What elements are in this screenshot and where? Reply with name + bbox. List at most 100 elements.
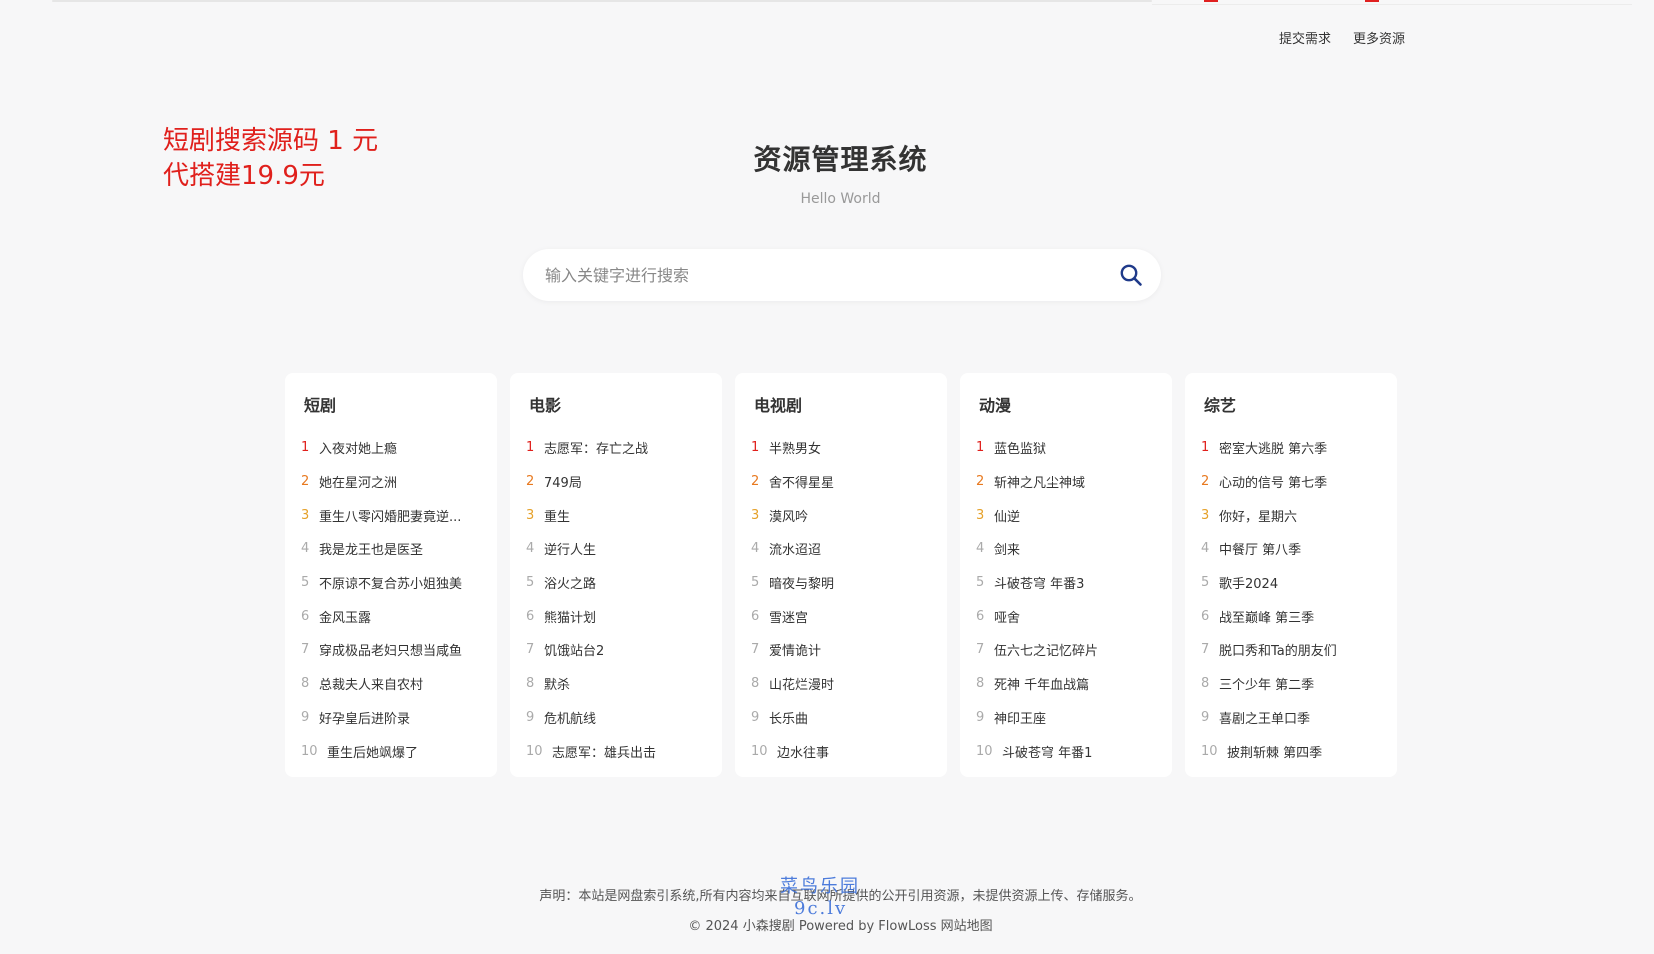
- rank-number: 2: [976, 474, 985, 490]
- rank-number: 2: [301, 474, 310, 490]
- page-subtitle: Hello World: [800, 191, 881, 207]
- ranking-list: 1 蓝色监狱 2 斩神之凡尘神域 3 仙逆 4 剑来 5 斗破苍穹 年番3 6 哑舍 7 伍六七之记忆碎片…: [976, 431, 1156, 768]
- ranking-item[interactable]: 8 三个少年 第二季: [1201, 667, 1381, 701]
- item-title: 战至巅峰 第三季: [1219, 610, 1315, 626]
- rank-number: 6: [301, 608, 310, 624]
- rank-number: 6: [751, 608, 760, 624]
- rank-number: 1: [751, 440, 760, 456]
- ranking-item[interactable]: 9 喜剧之王单口季: [1201, 701, 1381, 735]
- ranking-item[interactable]: 2 舍不得星星: [751, 465, 931, 499]
- ranking-item[interactable]: 1 蓝色监狱: [976, 431, 1156, 465]
- ranking-item[interactable]: 5 暗夜与黎明: [751, 566, 931, 600]
- ranking-item[interactable]: 2 749局: [526, 465, 706, 499]
- rank-number: 7: [526, 642, 535, 658]
- item-title: 浴火之路: [544, 577, 597, 593]
- ranking-item[interactable]: 8 总裁夫人来自农村: [301, 667, 481, 701]
- item-title: 斗破苍穹 年番1: [1002, 745, 1093, 761]
- ranking-item[interactable]: 5 浴火之路: [526, 566, 706, 600]
- ranking-item[interactable]: 4 我是龙王也是医圣: [301, 532, 481, 566]
- ranking-item[interactable]: 4 剑来: [976, 532, 1156, 566]
- ranking-item[interactable]: 3 你好，星期六: [1201, 498, 1381, 532]
- ranking-item[interactable]: 10 志愿军：雄兵出击: [526, 734, 706, 768]
- ranking-item[interactable]: 4 逆行人生: [526, 532, 706, 566]
- ranking-item[interactable]: 7 脱口秀和Ta的朋友们: [1201, 633, 1381, 667]
- rank-number: 8: [1201, 676, 1210, 692]
- rank-number: 9: [976, 709, 985, 725]
- item-title: 斩神之凡尘神域: [994, 476, 1086, 492]
- ranking-item[interactable]: 2 心动的信号 第七季: [1201, 465, 1381, 499]
- rank-number: 9: [301, 709, 310, 725]
- ranking-item[interactable]: 8 死神 千年血战篇: [976, 667, 1156, 701]
- ranking-item[interactable]: 9 危机航线: [526, 701, 706, 735]
- ranking-item[interactable]: 9 神印王座: [976, 701, 1156, 735]
- rank-number: 5: [976, 575, 985, 591]
- item-title: 舍不得星星: [769, 476, 835, 492]
- item-title: 山花烂漫时: [769, 678, 835, 694]
- ranking-item[interactable]: 10 边水往事: [751, 734, 931, 768]
- rank-number: 7: [1201, 642, 1210, 658]
- item-title: 金风玉露: [319, 610, 372, 626]
- item-title: 脱口秀和Ta的朋友们: [1219, 644, 1337, 660]
- rank-number: 5: [301, 575, 310, 591]
- rank-number: 10: [526, 743, 543, 759]
- more-resources-link[interactable]: 更多资源: [1353, 28, 1405, 47]
- ranking-item[interactable]: 3 重生八零闪婚肥妻竟逆...: [301, 498, 481, 532]
- ranking-item[interactable]: 9 好孕皇后进阶录: [301, 701, 481, 735]
- rank-number: 2: [1201, 474, 1210, 490]
- ranking-item[interactable]: 3 漠风吟: [751, 498, 931, 532]
- rank-number: 9: [751, 709, 760, 725]
- ranking-item[interactable]: 2 她在星河之洲: [301, 465, 481, 499]
- ranking-item[interactable]: 9 长乐曲: [751, 701, 931, 735]
- search-input[interactable]: [523, 248, 1101, 302]
- ranking-item[interactable]: 7 饥饿站台2: [526, 633, 706, 667]
- rank-number: 7: [301, 642, 310, 658]
- ranking-item[interactable]: 10 披荆斩棘 第四季: [1201, 734, 1381, 768]
- submit-request-link[interactable]: 提交需求: [1279, 28, 1331, 47]
- ranking-item[interactable]: 5 歌手2024: [1201, 566, 1381, 600]
- ranking-item[interactable]: 2 斩神之凡尘神域: [976, 465, 1156, 499]
- ranking-item[interactable]: 10 斗破苍穹 年番1: [976, 734, 1156, 768]
- ranking-cards: 短剧 1 入夜对她上瘾 2 她在星河之洲 3 重生八零闪婚肥妻竟逆... 4 我是龙王也是医圣 5…: [285, 373, 1397, 777]
- rank-number: 10: [1201, 743, 1218, 759]
- item-title: 749局: [544, 476, 582, 492]
- rank-number: 1: [1201, 440, 1210, 456]
- rank-number: 8: [976, 676, 985, 692]
- ranking-item[interactable]: 1 志愿军：存亡之战: [526, 431, 706, 465]
- rank-number: 3: [1201, 507, 1210, 523]
- ranking-item[interactable]: 1 入夜对她上瘾: [301, 431, 481, 465]
- ranking-item[interactable]: 7 穿成极品老妇只想当咸鱼: [301, 633, 481, 667]
- item-title: 流水迢迢: [769, 543, 822, 559]
- ranking-item[interactable]: 5 不原谅不复合苏小姐独美: [301, 566, 481, 600]
- ranking-item[interactable]: 4 流水迢迢: [751, 532, 931, 566]
- ranking-item[interactable]: 6 金风玉露: [301, 599, 481, 633]
- item-title: 我是龙王也是医圣: [319, 543, 424, 559]
- ranking-list: 1 密室大逃脱 第六季 2 心动的信号 第七季 3 你好，星期六 4 中餐厅 第八季 5 歌手20…: [1201, 431, 1381, 768]
- ranking-item[interactable]: 8 默杀: [526, 667, 706, 701]
- ranking-item[interactable]: 3 仙逆: [976, 498, 1156, 532]
- ranking-item[interactable]: 7 爱情诡计: [751, 633, 931, 667]
- ranking-item[interactable]: 6 熊猫计划: [526, 599, 706, 633]
- search-button[interactable]: [1101, 249, 1161, 301]
- rank-number: 6: [526, 608, 535, 624]
- ranking-item[interactable]: 6 战至巅峰 第三季: [1201, 599, 1381, 633]
- page-title: 资源管理系统: [753, 143, 928, 176]
- ranking-item[interactable]: 6 雪迷宫: [751, 599, 931, 633]
- item-title: 心动的信号 第七季: [1219, 476, 1328, 492]
- item-title: 暗夜与黎明: [769, 577, 835, 593]
- rank-number: 4: [301, 541, 310, 557]
- ranking-item[interactable]: 1 半熟男女: [751, 431, 931, 465]
- ranking-item[interactable]: 1 密室大逃脱 第六季: [1201, 431, 1381, 465]
- category-card: 电影 1 志愿军：存亡之战 2 749局 3 重生 4 逆行人生 5 浴火之路 6 熊猫计划 7 饥饿站台2…: [510, 373, 722, 777]
- ranking-item[interactable]: 6 哑舍: [976, 599, 1156, 633]
- top-scroll-indicator: [52, 0, 1152, 2]
- item-title: 默杀: [544, 678, 571, 694]
- rank-number: 5: [526, 575, 535, 591]
- sitemap-link[interactable]: 网站地图: [941, 919, 993, 934]
- item-title: 志愿军：存亡之战: [544, 442, 649, 458]
- ranking-item[interactable]: 10 重生后她飒爆了: [301, 734, 481, 768]
- ranking-item[interactable]: 7 伍六七之记忆碎片: [976, 633, 1156, 667]
- ranking-item[interactable]: 3 重生: [526, 498, 706, 532]
- ranking-item[interactable]: 5 斗破苍穹 年番3: [976, 566, 1156, 600]
- ranking-item[interactable]: 4 中餐厅 第八季: [1201, 532, 1381, 566]
- ranking-item[interactable]: 8 山花烂漫时: [751, 667, 931, 701]
